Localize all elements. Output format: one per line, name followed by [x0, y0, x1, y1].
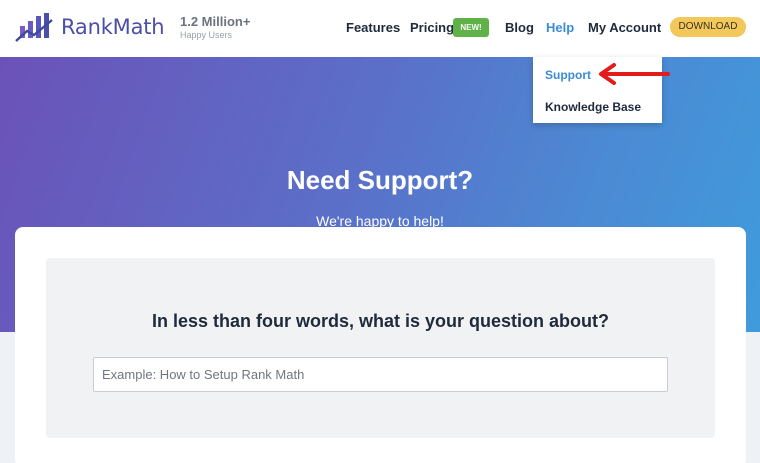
- question-input[interactable]: [93, 357, 668, 392]
- rank-math-logo[interactable]: RankMath: [15, 12, 165, 42]
- nav-pricing[interactable]: Pricing: [410, 20, 454, 36]
- rank-math-logo-icon: [15, 13, 53, 42]
- happy-users-stat: 1.2 Million+ Happy Users: [180, 14, 250, 41]
- nav-features[interactable]: Features: [346, 20, 400, 36]
- red-arrow-icon: [599, 63, 670, 85]
- nav-my-account[interactable]: My Account: [588, 20, 661, 36]
- support-form-panel: In less than four words, what is your qu…: [46, 258, 715, 438]
- menu-item-support[interactable]: Support: [545, 68, 591, 82]
- nav-help[interactable]: Help: [546, 20, 574, 36]
- page-title: Need Support?: [286, 165, 474, 195]
- download-button[interactable]: DOWNLOAD: [670, 17, 746, 37]
- support-card: In less than four words, what is your qu…: [15, 227, 746, 463]
- question-heading: In less than four words, what is your qu…: [151, 311, 610, 331]
- nav-blog[interactable]: Blog: [505, 20, 534, 36]
- site-header: RankMath 1.2 Million+ Happy Users Featur…: [0, 0, 760, 57]
- stat-value: 1.2 Million+: [180, 14, 251, 29]
- new-badge: NEW!: [453, 18, 489, 37]
- brand-name: RankMath: [61, 15, 165, 39]
- stat-label: Happy Users: [180, 30, 233, 40]
- menu-item-knowledge-base[interactable]: Knowledge Base: [545, 100, 641, 114]
